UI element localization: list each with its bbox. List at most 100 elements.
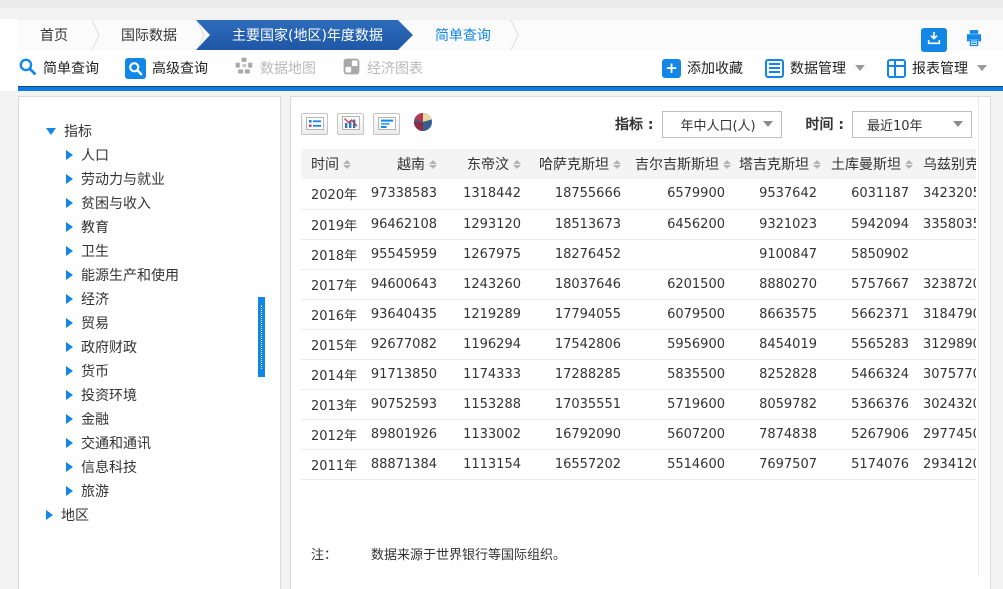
indicator-select[interactable]: 年中人口(人) (662, 111, 782, 138)
value-cell: 97338583 (363, 179, 451, 209)
value-cell: 6079500 (635, 299, 739, 329)
search-icon (18, 57, 37, 80)
triangle-right-icon[interactable] (66, 294, 73, 304)
tree-item-政府财政[interactable]: 政府财政 (19, 335, 280, 359)
value-cell: 34232050 (923, 179, 976, 209)
tree-item-贸易[interactable]: 贸易 (19, 311, 280, 335)
tree-item-卫生[interactable]: 卫生 (19, 239, 280, 263)
sort-icon[interactable] (513, 160, 521, 169)
triangle-right-icon[interactable] (66, 246, 73, 256)
triangle-right-icon[interactable] (66, 438, 73, 448)
toolbar-advanced-query[interactable]: 高级查询 (125, 58, 208, 79)
value-cell: 92677082 (363, 329, 451, 359)
sort-icon[interactable] (723, 160, 731, 169)
table-row: 2013年90752593115328817035551571960080597… (301, 389, 976, 419)
tree-item-交通和通讯[interactable]: 交通和通讯 (19, 431, 280, 455)
column-header-乌兹别克斯坦[interactable]: 乌兹别克斯坦 (923, 149, 976, 179)
tree-item-信息科技[interactable]: 信息科技 (19, 455, 280, 479)
value-cell: 31847900 (923, 299, 976, 329)
pie-chart-view-button[interactable] (409, 113, 436, 135)
value-cell: 5607200 (635, 419, 739, 449)
column-header-越南[interactable]: 越南 (363, 149, 451, 179)
print-button[interactable] (961, 28, 987, 52)
tree-item-货币[interactable]: 货币 (19, 359, 280, 383)
bar-chart-view-button[interactable] (337, 113, 364, 135)
value-cell: 33580350 (923, 209, 976, 239)
tree-item-金融[interactable]: 金融 (19, 407, 280, 431)
triangle-right-icon[interactable] (66, 462, 73, 472)
tree-item-指标[interactable]: 指标 (19, 119, 280, 143)
search-box-icon (125, 58, 146, 79)
tree-item-旅游[interactable]: 旅游 (19, 479, 280, 503)
chevron-down-icon (977, 65, 987, 71)
value-cell: 16557202 (535, 449, 635, 479)
triangle-right-icon[interactable] (66, 390, 73, 400)
toolbar-economic-charts: 经济图表 (342, 57, 423, 80)
triangle-right-icon[interactable] (66, 342, 73, 352)
indicator-filter-label: 指标 : (615, 114, 653, 134)
column-header-土库曼斯坦[interactable]: 土库曼斯坦 (831, 149, 923, 179)
chevron-down-icon (953, 121, 963, 127)
value-cell: 1113154 (451, 449, 535, 479)
panel-splitter-handle[interactable] (258, 297, 265, 377)
value-cell: 30757700 (923, 359, 976, 389)
year-cell: 2012年 (301, 419, 363, 449)
triangle-down-icon[interactable] (46, 128, 56, 135)
sort-icon[interactable] (905, 160, 913, 169)
download-button[interactable] (921, 28, 947, 52)
breadcrumb-simple-query[interactable]: 简单查询 (417, 20, 509, 50)
triangle-right-icon[interactable] (66, 414, 73, 424)
add-favorite-button[interactable]: + 添加收藏 (662, 58, 743, 78)
column-header-塔吉克斯坦[interactable]: 塔吉克斯坦 (739, 149, 831, 179)
list-view-icon (306, 115, 324, 134)
triangle-right-icon[interactable] (66, 318, 73, 328)
tree-item-label: 投资环境 (81, 385, 137, 405)
toolbar-simple-query[interactable]: 简单查询 (18, 57, 99, 80)
tree-item-人口[interactable]: 人口 (19, 143, 280, 167)
value-cell: 17794055 (535, 299, 635, 329)
value-cell: 7874838 (739, 419, 831, 449)
triangle-right-icon[interactable] (66, 222, 73, 232)
tree-item-能源生产和使用[interactable]: 能源生产和使用 (19, 263, 280, 287)
sort-icon[interactable] (813, 160, 821, 169)
triangle-right-icon[interactable] (66, 366, 73, 376)
list-view-button[interactable] (301, 113, 328, 135)
tree-item-地区[interactable]: 地区 (19, 503, 280, 527)
sort-icon[interactable] (343, 160, 351, 169)
triangle-right-icon[interactable] (66, 198, 73, 208)
tree-item-label: 能源生产和使用 (81, 265, 179, 285)
tree-item-教育[interactable]: 教育 (19, 215, 280, 239)
condition-view-button[interactable] (373, 113, 400, 135)
value-cell: 1318442 (451, 179, 535, 209)
table-row: 2015年92677082119629417542806595690084540… (301, 329, 976, 359)
value-cell: 18276452 (535, 239, 635, 269)
table-row: 2011年88871384111315416557202551460076975… (301, 449, 976, 479)
triangle-right-icon[interactable] (46, 510, 53, 520)
column-header-时间[interactable]: 时间 (301, 149, 363, 179)
column-header-东帝汶[interactable]: 东帝汶 (451, 149, 535, 179)
time-select[interactable]: 最近10年 (852, 111, 972, 138)
table-row: 2014年91713850117433317288285583550082528… (301, 359, 976, 389)
column-header-吉尔吉斯斯坦[interactable]: 吉尔吉斯斯坦 (635, 149, 739, 179)
triangle-right-icon[interactable] (66, 486, 73, 496)
triangle-right-icon[interactable] (66, 270, 73, 280)
value-cell: 5174076 (831, 449, 923, 479)
tree-item-经济[interactable]: 经济 (19, 287, 280, 311)
sort-icon[interactable] (429, 160, 437, 169)
breadcrumb-annual-data-active[interactable]: 主要国家(地区)年度数据 (196, 20, 413, 50)
value-cell: 17288285 (535, 359, 635, 389)
sort-icon[interactable] (613, 160, 621, 169)
breadcrumb-home[interactable]: 首页 (18, 20, 90, 50)
breadcrumb-international-data[interactable]: 国际数据 (103, 20, 195, 50)
tree-item-劳动力与就业[interactable]: 劳动力与就业 (19, 167, 280, 191)
report-management-menu[interactable]: 报表管理 (887, 58, 987, 78)
data-management-menu[interactable]: 数据管理 (765, 58, 865, 78)
value-cell: 5267906 (831, 419, 923, 449)
tree-item-贫困与收入[interactable]: 贫困与收入 (19, 191, 280, 215)
tree-item-label: 旅游 (81, 481, 109, 501)
triangle-right-icon[interactable] (66, 150, 73, 160)
tree-item-投资环境[interactable]: 投资环境 (19, 383, 280, 407)
tree-item-label: 卫生 (81, 241, 109, 261)
triangle-right-icon[interactable] (66, 174, 73, 184)
column-header-哈萨克斯坦[interactable]: 哈萨克斯坦 (535, 149, 635, 179)
